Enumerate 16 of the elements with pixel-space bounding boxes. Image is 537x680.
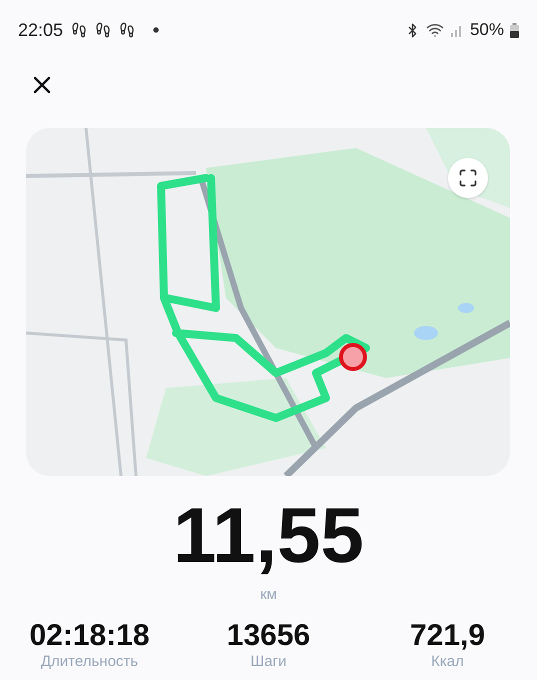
stat-label: Длительность — [40, 652, 138, 670]
stat-value: 721,9 — [410, 618, 486, 652]
battery-percent: 50% — [470, 19, 504, 42]
signal-icon — [450, 23, 464, 37]
footprints-icon — [95, 22, 112, 38]
clock-time: 22:05 — [18, 18, 64, 42]
dot-icon — [153, 27, 160, 33]
expand-icon — [458, 168, 478, 188]
stat-label: Шаги — [250, 652, 286, 670]
stat-value: 13656 — [226, 618, 310, 652]
battery-icon — [510, 22, 519, 38]
stat-value: 02:18:18 — [29, 618, 150, 652]
stat-label: Ккал — [431, 652, 464, 670]
distance-value: 11,55 — [173, 490, 364, 580]
distance-unit: км — [260, 585, 277, 605]
wifi-icon — [426, 21, 444, 39]
